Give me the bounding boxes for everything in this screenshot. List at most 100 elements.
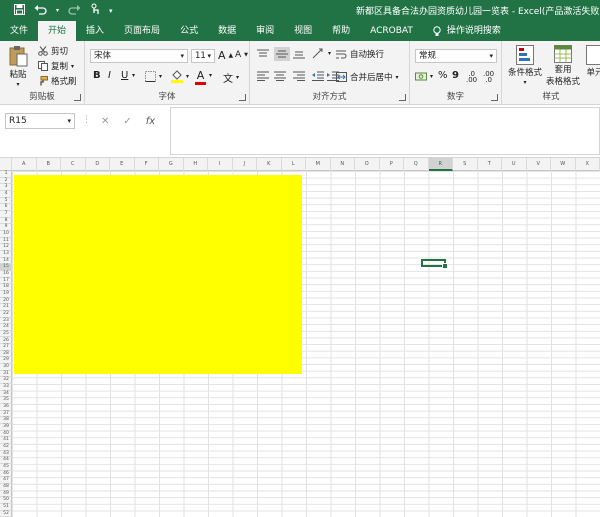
row-header-1[interactable]: 1 (0, 171, 12, 178)
row-header-24[interactable]: 24 (0, 324, 12, 331)
name-box[interactable]: R15 ▾ (5, 113, 75, 129)
tab-acrobat[interactable]: ACROBAT (360, 21, 423, 41)
redo-icon[interactable] (68, 4, 81, 18)
cell-styles-button[interactable]: 单元 (586, 45, 600, 78)
increase-decimal-button[interactable]: .0 .00 (466, 71, 477, 84)
row-header-16[interactable]: 16 (0, 271, 12, 278)
row-header-45[interactable]: 45 (0, 464, 12, 471)
phonetic-button[interactable]: 文 ▾ (223, 70, 239, 85)
orientation-button[interactable]: ▾ (312, 48, 331, 59)
row-header-27[interactable]: 27 (0, 344, 12, 351)
format-as-table-button[interactable]: 套用 表格格式 (546, 45, 580, 87)
row-header-25[interactable]: 25 (0, 331, 12, 338)
column-header-q[interactable]: Q (404, 158, 429, 171)
column-header-e[interactable]: E (110, 158, 135, 171)
row-header-30[interactable]: 30 (0, 364, 12, 371)
alignment-launcher-icon[interactable] (399, 94, 406, 101)
column-header-b[interactable]: B (37, 158, 61, 171)
font-launcher-icon[interactable] (239, 94, 246, 101)
column-header-k[interactable]: K (257, 158, 282, 171)
row-header-18[interactable]: 18 (0, 284, 12, 291)
column-header-w[interactable]: W (551, 158, 576, 171)
row-header-6[interactable]: 6 (0, 204, 12, 211)
tab-insert[interactable]: 插入 (76, 21, 114, 41)
insert-function-icon[interactable]: fx (146, 116, 155, 127)
row-header-12[interactable]: 12 (0, 244, 12, 251)
tab-file[interactable]: 文件 (0, 21, 38, 41)
row-header-4[interactable]: 4 (0, 191, 12, 198)
copy-button[interactable]: 复制 ▾ (38, 60, 74, 72)
fill-color-button[interactable]: ▾ (171, 70, 189, 83)
merge-center-button[interactable]: 合并后居中 ▾ (336, 71, 399, 83)
row-header-39[interactable]: 39 (0, 424, 12, 431)
copy-dropdown-icon[interactable]: ▾ (71, 63, 74, 70)
column-header-u[interactable]: U (502, 158, 527, 171)
decrease-indent-button[interactable] (312, 71, 324, 81)
enter-icon[interactable]: ✓ (123, 116, 131, 127)
row-header-42[interactable]: 42 (0, 444, 12, 451)
column-header-n[interactable]: N (331, 158, 355, 171)
column-header-t[interactable]: T (478, 158, 502, 171)
shrink-font-button[interactable]: A ▼ (235, 50, 248, 60)
row-header-10[interactable]: 10 (0, 231, 12, 238)
column-header-g[interactable]: G (159, 158, 184, 171)
touch-mode-icon[interactable] (90, 3, 100, 18)
save-icon[interactable] (14, 3, 25, 18)
column-header-d[interactable]: D (86, 158, 110, 171)
select-all-corner[interactable] (0, 158, 12, 171)
column-header-i[interactable]: I (208, 158, 233, 171)
row-header-3[interactable]: 3 (0, 184, 12, 191)
percent-button[interactable]: % (438, 70, 448, 81)
italic-button[interactable]: I (108, 70, 111, 81)
undo-icon[interactable] (34, 4, 47, 18)
undo-dropdown-icon[interactable]: ▾ (56, 7, 59, 14)
row-header-9[interactable]: 9 (0, 224, 12, 231)
tab-review[interactable]: 审阅 (246, 21, 284, 41)
tab-data[interactable]: 数据 (208, 21, 246, 41)
row-header-22[interactable]: 22 (0, 311, 12, 318)
column-header-s[interactable]: S (453, 158, 478, 171)
formula-bar-splitter-icon[interactable]: ⋮ (82, 115, 91, 125)
tab-page-layout[interactable]: 页面布局 (114, 21, 170, 41)
conditional-formatting-button[interactable]: 条件格式 ▾ (508, 45, 542, 86)
font-color-dropdown-icon[interactable]: ▾ (209, 72, 212, 79)
grow-font-button[interactable]: A ▲ (218, 49, 233, 62)
cancel-icon[interactable]: ✕ (101, 116, 109, 127)
column-header-r[interactable]: R (428, 158, 453, 171)
column-header-j[interactable]: J (233, 158, 257, 171)
row-header-13[interactable]: 13 (0, 251, 12, 258)
row-header-50[interactable]: 50 (0, 497, 12, 504)
column-header-v[interactable]: V (527, 158, 551, 171)
bold-button[interactable]: B (93, 70, 101, 81)
align-center-button[interactable] (274, 71, 286, 81)
column-header-x[interactable]: X (576, 158, 600, 171)
column-header-a[interactable]: A (12, 158, 37, 171)
bottom-align-button[interactable] (293, 49, 305, 59)
row-header-33[interactable]: 33 (0, 384, 12, 391)
active-cell-r15[interactable] (421, 259, 448, 269)
cut-button[interactable]: 剪切 (38, 45, 68, 57)
column-header-l[interactable]: L (282, 158, 306, 171)
row-header-19[interactable]: 19 (0, 291, 12, 298)
underline-button[interactable]: U (121, 70, 128, 81)
paste-button[interactable]: 粘贴 ▾ (8, 45, 28, 88)
font-color-button[interactable]: A (195, 69, 206, 85)
yellow-filled-range[interactable] (14, 175, 302, 374)
column-header-f[interactable]: F (135, 158, 159, 171)
number-launcher-icon[interactable] (491, 94, 498, 101)
borders-button[interactable]: ▾ (145, 71, 162, 82)
number-format-combo[interactable]: 常规 ▾ (415, 49, 497, 63)
column-header-m[interactable]: M (306, 158, 331, 171)
top-align-button[interactable] (257, 49, 269, 59)
tab-help[interactable]: 帮助 (322, 21, 360, 41)
font-name-combo[interactable]: 宋体 ▾ (90, 49, 188, 63)
underline-dropdown-icon[interactable]: ▾ (132, 72, 135, 79)
accounting-format-button[interactable]: ▾ (415, 71, 433, 82)
row-header-15[interactable]: 15 (0, 264, 12, 271)
row-header-7[interactable]: 7 (0, 211, 12, 218)
tab-formulas[interactable]: 公式 (170, 21, 208, 41)
row-header-21[interactable]: 21 (0, 304, 12, 311)
row-header-48[interactable]: 48 (0, 484, 12, 491)
paste-dropdown-icon[interactable]: ▾ (16, 81, 19, 88)
font-size-combo[interactable]: 11 ▾ (191, 49, 215, 63)
